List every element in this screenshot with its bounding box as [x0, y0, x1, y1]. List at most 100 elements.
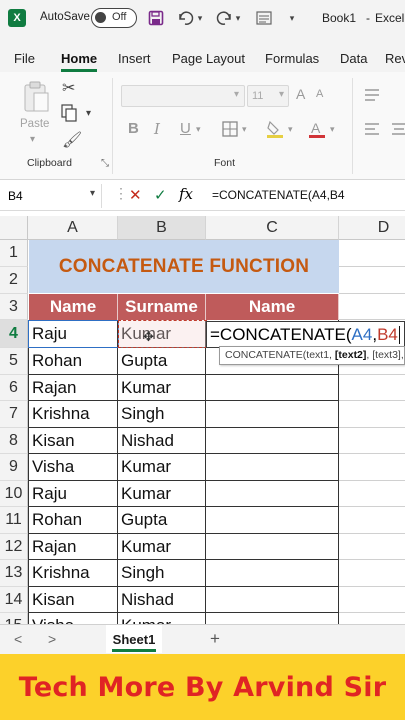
borders-dropdown-icon[interactable]: ▾	[242, 124, 247, 135]
customize-toolbar-icon[interactable]: ▾	[282, 8, 302, 28]
column-header-a[interactable]: A	[28, 216, 118, 240]
row-header-1[interactable]: 1	[0, 240, 28, 267]
tab-formulas[interactable]: Formulas	[265, 51, 319, 66]
row-header-7[interactable]: 7	[0, 401, 28, 428]
cell-b9[interactable]: Kumar	[118, 454, 206, 481]
cell-a9[interactable]: Visha	[28, 454, 118, 481]
font-name-select[interactable]: ▾	[121, 85, 245, 107]
paste-icon[interactable]	[22, 80, 50, 114]
align-left-icon[interactable]	[363, 122, 381, 141]
cell-d3[interactable]	[339, 294, 405, 320]
redo-icon[interactable]	[214, 8, 234, 28]
cell-a8[interactable]: Kisan	[28, 428, 118, 454]
fill-color-icon[interactable]	[266, 119, 284, 144]
cell-d6[interactable]	[339, 375, 405, 401]
bold-button[interactable]: B	[128, 120, 139, 137]
tab-insert[interactable]: Insert	[118, 51, 151, 66]
row-header-2[interactable]: 2	[0, 267, 28, 294]
cell-c10[interactable]	[206, 481, 339, 507]
function-tooltip[interactable]: CONCATENATE(text1, [text2], [text3], ...…	[219, 346, 405, 365]
cell-b8[interactable]: Nishad	[118, 428, 206, 454]
header-cell-name[interactable]: Name	[29, 294, 118, 320]
row-header-12[interactable]: 12	[0, 534, 28, 560]
row-header-13[interactable]: 13	[0, 560, 28, 587]
cell-c7[interactable]	[206, 401, 339, 428]
undo-icon[interactable]	[176, 8, 196, 28]
cell-c6[interactable]	[206, 375, 339, 401]
add-sheet-button[interactable]: +	[210, 629, 220, 649]
cell-c12[interactable]	[206, 534, 339, 560]
tab-data[interactable]: Data	[340, 51, 367, 66]
cell-b13[interactable]: Singh	[118, 560, 206, 587]
cell-d12[interactable]	[339, 534, 405, 560]
row-header-4[interactable]: 4	[0, 320, 28, 348]
prev-sheet-icon[interactable]: <	[14, 631, 22, 647]
row-header-15[interactable]: 15	[0, 613, 28, 624]
underline-dropdown-icon[interactable]: ▾	[196, 124, 201, 135]
fill-color-dropdown-icon[interactable]: ▾	[288, 124, 293, 135]
worksheet-grid[interactable]: A B C D 123456789101112131415 RajuKumarR…	[0, 216, 405, 624]
cell-b7[interactable]: Singh	[118, 401, 206, 428]
cell-c13[interactable]	[206, 560, 339, 587]
cell-a13[interactable]: Krishna	[28, 560, 118, 587]
cell-d1[interactable]	[339, 240, 405, 267]
underline-button[interactable]: U	[180, 120, 191, 137]
cell-a11[interactable]: Rohan	[28, 507, 118, 534]
cell-d11[interactable]	[339, 507, 405, 534]
cell-d14[interactable]	[339, 587, 405, 613]
header-cell-fullname[interactable]: Name	[206, 294, 339, 320]
form-icon[interactable]	[254, 8, 274, 28]
header-cell-surname[interactable]: Surname	[118, 294, 206, 320]
paste-dropdown-icon[interactable]: ▾	[30, 134, 35, 145]
cell-b6[interactable]: Kumar	[118, 375, 206, 401]
formula-input[interactable]: =CONCATENATE(A4,B4	[212, 188, 345, 202]
cell-d13[interactable]	[339, 560, 405, 587]
cell-b10[interactable]: Kumar	[118, 481, 206, 507]
autosave-toggle[interactable]: Off	[91, 8, 137, 28]
cell-d9[interactable]	[339, 454, 405, 481]
align-center-icon[interactable]	[390, 122, 405, 141]
undo-dropdown-icon[interactable]: ▾	[194, 8, 206, 28]
italic-button[interactable]: I	[154, 120, 160, 138]
cell-a7[interactable]: Krishna	[28, 401, 118, 428]
c4-edit-cell[interactable]: =CONCATENATE(A4, B4	[206, 321, 405, 348]
row-header-14[interactable]: 14	[0, 587, 28, 613]
save-icon[interactable]	[146, 8, 166, 28]
cut-icon[interactable]: ✂	[62, 78, 75, 98]
column-header-d[interactable]: D	[339, 216, 405, 240]
cell-b5[interactable]: Gupta	[118, 348, 206, 375]
row-header-5[interactable]: 5	[0, 348, 28, 375]
paste-label[interactable]: Paste	[20, 118, 49, 130]
tab-review[interactable]: Rev	[385, 51, 405, 66]
cell-b15[interactable]: Kumar	[118, 613, 206, 624]
clipboard-launcher-icon[interactable]: ⤡	[101, 158, 109, 169]
cell-c11[interactable]	[206, 507, 339, 534]
cell-a6[interactable]: Rajan	[28, 375, 118, 401]
cell-c14[interactable]	[206, 587, 339, 613]
cell-d7[interactable]	[339, 401, 405, 428]
cell-a10[interactable]: Raju	[28, 481, 118, 507]
row-header-8[interactable]: 8	[0, 428, 28, 454]
decrease-font-icon[interactable]: A	[316, 88, 323, 100]
insert-function-icon[interactable]: fx	[179, 185, 193, 203]
cell-b11[interactable]: Gupta	[118, 507, 206, 534]
cancel-icon[interactable]: ✕	[129, 186, 142, 204]
title-banner[interactable]: CONCATENATE FUNCTION	[29, 240, 339, 293]
cell-d8[interactable]	[339, 428, 405, 454]
borders-icon[interactable]	[222, 121, 238, 142]
font-color-dropdown-icon[interactable]: ▾	[330, 124, 335, 135]
cell-d15[interactable]	[339, 613, 405, 624]
cell-d2[interactable]	[339, 267, 405, 294]
row-header-6[interactable]: 6	[0, 375, 28, 401]
row-header-3[interactable]: 3	[0, 294, 28, 320]
name-box[interactable]: B4 ▾	[2, 184, 102, 208]
format-painter-icon[interactable]: 🖌	[62, 130, 82, 150]
font-size-select[interactable]: 11 ▾	[247, 85, 289, 107]
cell-a5[interactable]: Rohan	[28, 348, 118, 375]
row-header-11[interactable]: 11	[0, 507, 28, 534]
column-header-b[interactable]: B	[118, 216, 206, 240]
tab-file[interactable]: File	[14, 51, 35, 66]
redo-dropdown-icon[interactable]: ▾	[232, 8, 244, 28]
align-top-icon[interactable]	[363, 88, 381, 107]
cell-a14[interactable]: Kisan	[28, 587, 118, 613]
